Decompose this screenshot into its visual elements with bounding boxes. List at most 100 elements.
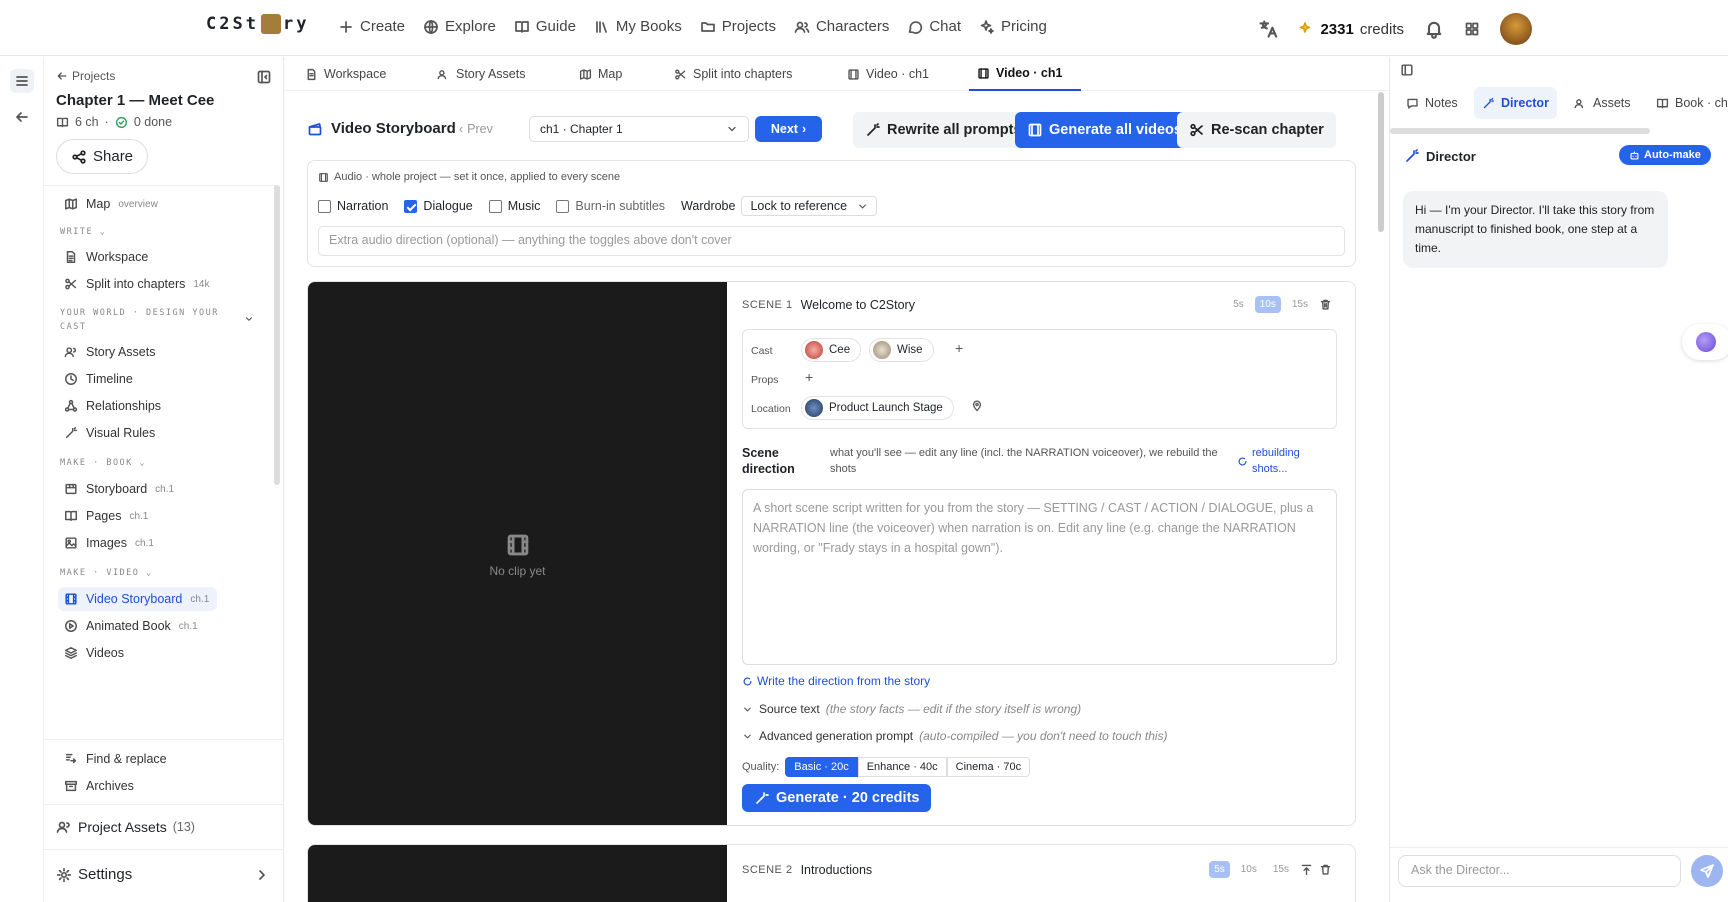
section-make-book[interactable]: MAKE · BOOK ⌄ [60, 456, 146, 470]
section-write[interactable]: WRITE ⌄ [60, 225, 106, 239]
quality-enhance[interactable]: Enhance · 40c [857, 757, 947, 777]
tab-video-ch1-a[interactable]: Video · ch1 [847, 57, 929, 91]
scene-header: SCENE 2 Introductions [742, 863, 873, 877]
chevron-down-icon [726, 123, 738, 135]
assistant-orb[interactable] [1682, 324, 1728, 360]
section-world[interactable]: YOUR WORLD · DESIGN YOUR CAST [60, 306, 220, 334]
credits-display[interactable]: 2331 credits [1298, 21, 1404, 38]
sidebar-item-storyboard[interactable]: Storyboard ch.1 [58, 477, 182, 501]
dialogue-checkbox[interactable]: Dialogue [404, 199, 473, 213]
duration-10s[interactable]: 10s [1236, 861, 1262, 878]
project-assets-button[interactable]: Project Assets (13) [44, 804, 284, 848]
tab-workspace[interactable]: Workspace [305, 57, 386, 91]
duration-5s[interactable]: 5s [1228, 296, 1249, 313]
ask-director-input[interactable]: Ask the Director... [1398, 855, 1681, 887]
panel-tabs-scrollbar[interactable] [1390, 128, 1650, 134]
trash-icon[interactable] [1319, 298, 1332, 311]
prev-button[interactable]: ‹ Prev [459, 122, 493, 136]
rescan-chapter-button[interactable]: Re-scan chapter [1177, 112, 1336, 148]
sidebar-item-relationships[interactable]: Relationships [58, 394, 169, 418]
audio-header: Audio · whole project — set it once, app… [318, 171, 620, 183]
sidebar-item-archives[interactable]: Archives [58, 774, 142, 798]
sidebar-item-video-storyboard[interactable]: Video Storyboard ch.1 [58, 587, 218, 611]
video-preview[interactable] [308, 845, 727, 902]
chapter-select[interactable]: ch1 · Chapter 1 [529, 116, 749, 142]
sidebar-item-images[interactable]: Images ch.1 [58, 531, 162, 555]
next-button[interactable]: Next › [755, 116, 822, 142]
sidebar-item-videos[interactable]: Videos [58, 641, 132, 665]
sidebar-item-animated-book[interactable]: Animated Book ch.1 [58, 614, 206, 638]
logo[interactable]: C2St ry [206, 14, 309, 34]
nav-characters[interactable]: Characters [794, 18, 889, 35]
add-cast-icon[interactable]: + [955, 340, 963, 356]
generate-scene-button[interactable]: Generate · 20 credits [742, 784, 932, 812]
sidebar-item-visual-rules[interactable]: Visual Rules [58, 421, 163, 445]
generate-all-videos-button[interactable]: Generate all videos [1015, 112, 1194, 148]
nav-chat[interactable]: Chat [907, 18, 961, 35]
nav-guide[interactable]: Guide [514, 18, 576, 35]
sidebar-item-split-chapters[interactable]: Split into chapters 14k [58, 272, 217, 296]
nav-my-books[interactable]: My Books [594, 18, 682, 35]
duration-15s[interactable]: 15s [1268, 861, 1294, 878]
translate-icon[interactable] [1258, 19, 1278, 39]
advanced-prompt-toggle[interactable]: Advanced generation prompt (auto-compile… [742, 729, 1168, 743]
user-avatar[interactable] [1500, 13, 1532, 45]
duration-15s[interactable]: 15s [1287, 296, 1313, 313]
audio-direction-input[interactable]: Extra audio direction (optional) — anyth… [318, 226, 1345, 256]
trash-icon[interactable] [1319, 863, 1332, 876]
nav-create[interactable]: Create [338, 18, 405, 35]
wardrobe-select[interactable]: Lock to reference [741, 196, 878, 216]
sidebar-item-find-replace[interactable]: Find & replace [58, 747, 175, 771]
section-make-video[interactable]: MAKE · VIDEO ⌄ [60, 566, 153, 580]
settings-button[interactable]: Settings [44, 849, 284, 899]
source-text-toggle[interactable]: Source text (the story facts — edit if t… [742, 702, 1081, 716]
nav-projects[interactable]: Projects [700, 18, 776, 35]
back-to-projects[interactable]: Projects [56, 69, 115, 83]
arrow-to-top-icon[interactable] [1300, 863, 1313, 876]
duration-5s[interactable]: 5s [1209, 861, 1230, 878]
bell-icon[interactable] [1424, 19, 1444, 39]
video-preview[interactable]: No clip yet [308, 282, 727, 825]
scene-direction-textarea[interactable]: A short scene script written for you fro… [742, 489, 1337, 665]
sidebar-item-workspace[interactable]: Workspace [58, 245, 156, 269]
write-direction-link[interactable]: Write the direction from the story [742, 674, 930, 688]
collapse-sidebar-icon[interactable] [256, 69, 272, 85]
add-prop-icon[interactable]: + [805, 369, 813, 385]
tab-assets[interactable]: Assets [1566, 87, 1639, 119]
sidebar-item-story-assets[interactable]: Story Assets [58, 340, 163, 364]
auto-make-button[interactable]: Auto-make [1619, 145, 1711, 165]
nav-explore[interactable]: Explore [423, 18, 496, 35]
quality-cinema[interactable]: Cinema · 70c [946, 757, 1031, 777]
rewrite-all-prompts-button[interactable]: Rewrite all prompts [853, 112, 1034, 148]
tab-split-chapters[interactable]: Split into chapters [674, 57, 792, 91]
quality-basic[interactable]: Basic · 20c [785, 757, 858, 777]
collapse-panel-icon[interactable] [1400, 63, 1414, 77]
menu-icon[interactable] [10, 69, 34, 93]
tab-video-ch1-b[interactable]: Video · ch1 [969, 57, 1081, 91]
send-button[interactable] [1691, 855, 1723, 887]
tab-notes[interactable]: Notes [1398, 87, 1466, 119]
tab-director[interactable]: Director [1474, 87, 1557, 119]
pin-icon[interactable] [971, 400, 983, 412]
sidebar-scrollbar[interactable] [274, 185, 280, 485]
location-chip[interactable]: Product Launch Stage [801, 396, 954, 420]
chevron-down-icon[interactable] [244, 314, 254, 324]
music-checkbox[interactable]: Music [488, 199, 540, 213]
grid-icon[interactable] [1464, 21, 1480, 37]
users-icon [64, 345, 78, 359]
duration-10s[interactable]: 10s [1254, 296, 1281, 313]
tab-book[interactable]: Book · ch [1648, 87, 1728, 119]
cast-chip-cee[interactable]: Cee [801, 338, 862, 362]
main-scrollbar[interactable] [1378, 92, 1384, 232]
tab-story-assets[interactable]: Story Assets [437, 57, 525, 91]
sidebar-item-timeline[interactable]: Timeline [58, 367, 141, 391]
sidebar-item-map[interactable]: Map overview [58, 192, 166, 216]
narration-checkbox[interactable]: Narration [318, 199, 388, 213]
burnin-subtitles-checkbox[interactable]: Burn-in subtitles [556, 199, 665, 213]
nav-pricing[interactable]: Pricing [979, 18, 1047, 35]
share-button[interactable]: Share [56, 139, 149, 174]
sidebar-item-pages[interactable]: Pages ch.1 [58, 504, 156, 528]
arrow-left-icon[interactable] [10, 105, 34, 129]
tab-map[interactable]: Map [579, 57, 622, 91]
cast-chip-wise[interactable]: Wise [869, 338, 934, 362]
